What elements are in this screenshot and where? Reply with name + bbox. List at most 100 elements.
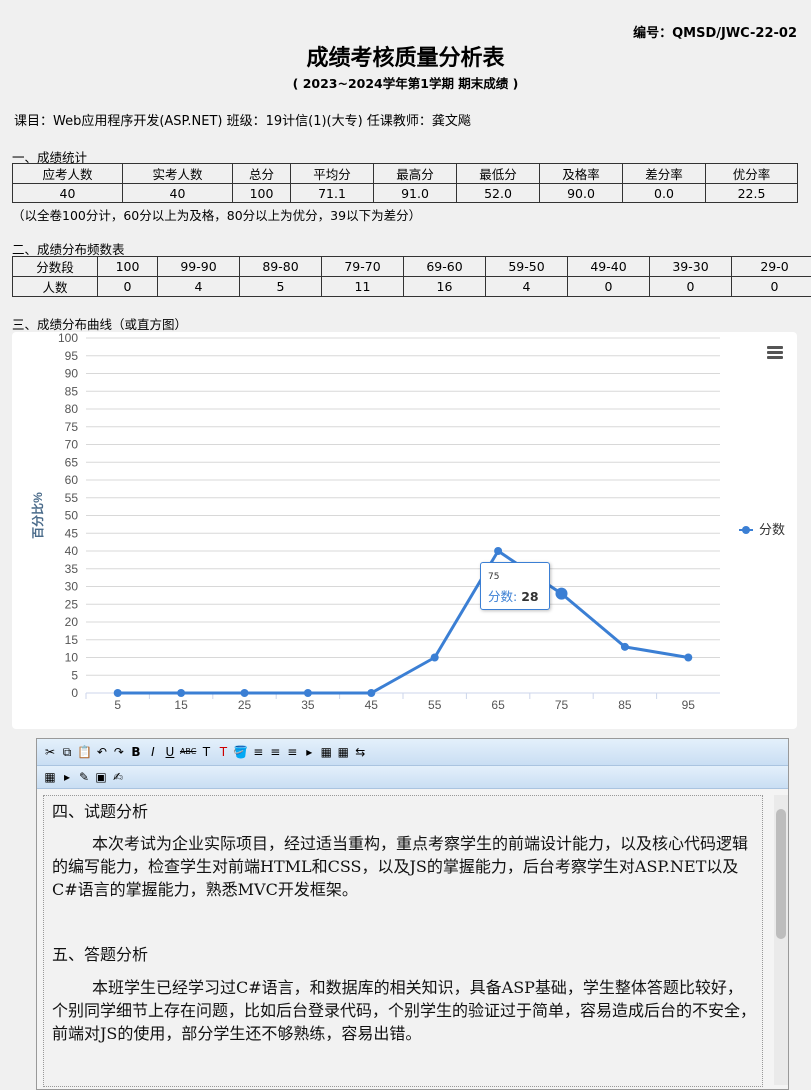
data-point [304,689,312,697]
stats-note: （以全卷100分计，60分以上为及格，80分以上为优分，39以下为差分） [12,205,421,224]
y-tick-label: 10 [65,651,79,665]
stats-value-cell: 71.1 [291,184,374,203]
distribution-header-cell: 49-40 [568,257,650,277]
toolbar-button-icon[interactable]: ⇆ [353,744,367,760]
stats-header-cell: 最低分 [457,164,540,184]
page-title: 成绩考核质量分析表 [0,40,811,72]
stats-header-cell: 差分率 [623,164,706,184]
y-tick-label: 55 [65,491,79,505]
distribution-value-cell: 人数 [13,277,98,297]
tooltip-value: 分数: 28 [488,586,539,605]
y-tick-label: 15 [65,633,79,647]
stats-header-cell: 优分率 [706,164,798,184]
toolbar-button-icon[interactable]: ▸ [302,744,316,760]
x-tick-label: 5 [114,698,121,712]
section4-heading: 四、试题分析 [52,800,148,823]
data-point [684,654,692,662]
y-tick-label: 35 [65,562,79,576]
distribution-header-cell: 89-80 [240,257,322,277]
distribution-value-cell: 5 [240,277,322,297]
y-tick-label: 85 [65,384,79,398]
toolbar-button-icon[interactable]: 📋 [77,744,92,760]
toolbar-button-icon[interactable]: ≡ [285,744,299,760]
toolbar-button-icon[interactable]: ↶ [95,744,109,760]
distribution-value-cell: 0 [650,277,732,297]
toolbar-button-icon[interactable]: ▦ [43,769,57,785]
y-tick-label: 25 [65,597,79,611]
y-tick-label: 50 [65,509,79,523]
toolbar-button-icon[interactable]: ▣ [94,769,108,785]
toolbar-button-icon[interactable]: T [216,744,230,760]
toolbar-button-icon[interactable]: U [163,744,177,760]
chart-canvas: 0510152025303540455055606570758085909510… [12,332,797,729]
editor-content[interactable]: 四、试题分析 本次考试为企业实际项目，经过适当重构，重点考察学生的前端设计能力，… [43,795,763,1087]
distribution-header-row: 分数段 100 99-90 89-80 79-70 69-60 59-50 49… [13,257,811,277]
toolbar-button-icon[interactable]: ABC [180,744,196,760]
distribution-value-cell: 11 [322,277,404,297]
stats-value-cell: 52.0 [457,184,540,203]
legend-marker [742,526,750,534]
distribution-value-cell: 16 [404,277,486,297]
stats-value-cell: 0.0 [623,184,706,203]
distribution-header-cell: 39-30 [650,257,732,277]
x-tick-label: 65 [491,698,505,712]
stats-table: 应考人数 实考人数 总分 平均分 最高分 最低分 及格率 差分率 优分率 40 … [12,163,798,203]
toolbar-button-icon[interactable]: ▦ [336,744,350,760]
toolbar-button-icon[interactable]: ▦ [319,744,333,760]
stats-header-row: 应考人数 实考人数 总分 平均分 最高分 最低分 及格率 差分率 优分率 [13,164,798,184]
stats-value-row: 40 40 100 71.1 91.0 52.0 90.0 0.0 22.5 [13,184,798,203]
y-tick-label: 90 [65,367,79,381]
editor-scrollbar-thumb[interactable] [776,809,786,939]
toolbar-button-icon[interactable]: ≡ [268,744,282,760]
y-tick-label: 65 [65,455,79,469]
toolbar-button-icon[interactable]: T [199,744,213,760]
toolbar-button-icon[interactable]: ✂ [43,744,57,760]
stats-header-cell: 总分 [233,164,291,184]
rich-text-editor: ✂⧉📋↶↷BIUABCTT🪣≡≡≡▸▦▦⇆ ▦▸✎▣✍ 四、试题分析 本次考试为… [36,738,789,1090]
data-point [556,588,568,600]
distribution-value-cell: 0 [568,277,650,297]
distribution-header-cell: 79-70 [322,257,404,277]
stats-value-cell: 22.5 [706,184,798,203]
distribution-header-cell: 29-0 [732,257,811,277]
distribution-value-cell: 4 [486,277,568,297]
hamburger-menu-icon[interactable] [767,346,783,360]
distribution-value-cell: 4 [158,277,240,297]
toolbar-button-icon[interactable]: ↷ [112,744,126,760]
distribution-value-cell: 0 [98,277,158,297]
data-point [241,689,249,697]
x-tick-label: 75 [555,698,569,712]
data-point [177,689,185,697]
distribution-header-cell: 69-60 [404,257,486,277]
distribution-value-row: 人数 0 4 5 11 16 4 0 0 0 [13,277,811,297]
toolbar-button-icon[interactable]: I [146,744,160,760]
toolbar-button-icon[interactable]: 🪣 [233,744,248,760]
tooltip-x-label: 75 [488,572,499,582]
section4-paragraph: 本次考试为企业实际项目，经过适当重构，重点考察学生的前端设计能力，以及核心代码逻… [52,832,758,901]
stats-header-cell: 实考人数 [123,164,233,184]
distribution-header-cell: 分数段 [13,257,98,277]
distribution-header-cell: 59-50 [486,257,568,277]
x-tick-label: 45 [365,698,379,712]
distribution-chart: 0510152025303540455055606570758085909510… [12,332,797,729]
y-tick-label: 100 [58,332,78,345]
page-subtitle: ( 2023~2024学年第1学期 期末成绩 ) [0,73,811,92]
toolbar-button-icon[interactable]: ⧉ [60,744,74,760]
y-tick-label: 60 [65,473,79,487]
toolbar-button-icon[interactable]: ✍ [111,769,125,785]
legend-label[interactable]: 分数 [759,522,785,537]
distribution-value-cell: 0 [732,277,811,297]
y-tick-label: 5 [71,668,78,682]
chart-tooltip: 75 分数: 28 [480,562,550,610]
data-point [367,689,375,697]
y-tick-label: 80 [65,402,79,416]
stats-value-cell: 40 [123,184,233,203]
x-tick-label: 15 [174,698,188,712]
distribution-header-cell: 100 [98,257,158,277]
toolbar-button-icon[interactable]: B [129,744,143,760]
editor-toolbar-1: ✂⧉📋↶↷BIUABCTT🪣≡≡≡▸▦▦⇆ [37,739,788,766]
toolbar-button-icon[interactable]: ≡ [251,744,265,760]
toolbar-button-icon[interactable]: ▸ [60,769,74,785]
toolbar-button-icon[interactable]: ✎ [77,769,91,785]
y-tick-label: 0 [71,686,78,700]
